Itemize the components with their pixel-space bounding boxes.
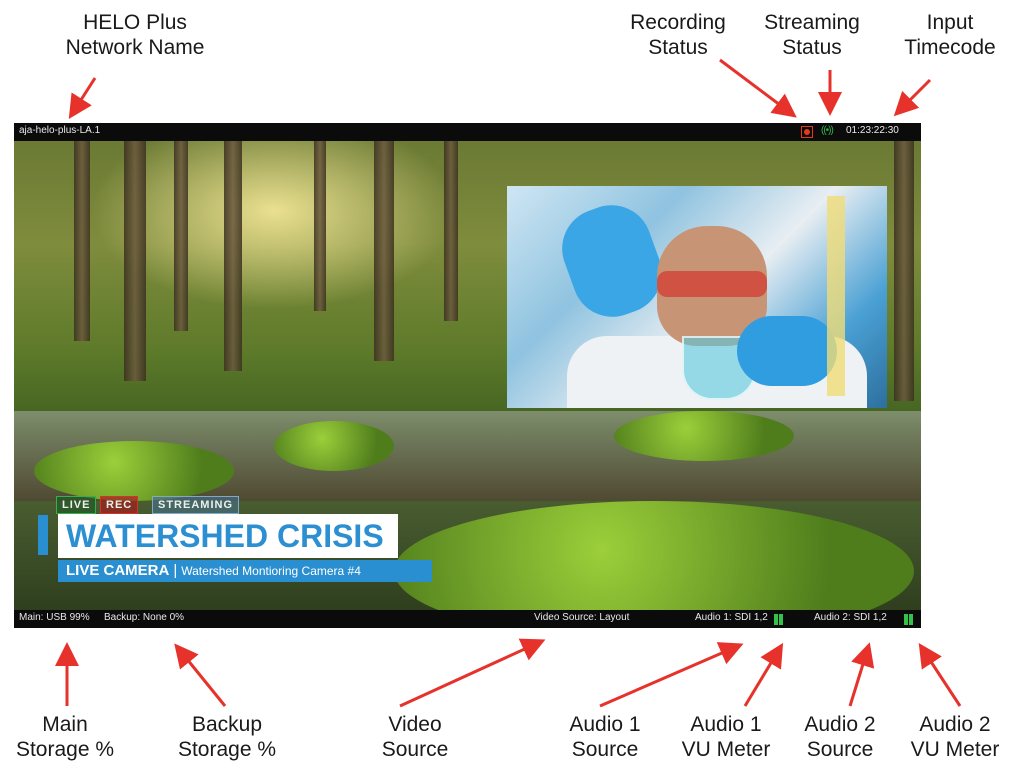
arrow-network-name (68, 77, 97, 120)
arrow-backup-storage (174, 643, 227, 707)
arrow-audio1-source (599, 642, 744, 708)
arrow-video-source (399, 638, 546, 708)
callout-arrows (55, 58, 962, 708)
arrow-audio2-source (848, 642, 875, 707)
arrow-audio1-vu (743, 642, 784, 707)
arrow-input-timecode (893, 78, 932, 117)
arrow-recording-status (719, 58, 797, 118)
arrow-audio2-vu (918, 642, 962, 707)
